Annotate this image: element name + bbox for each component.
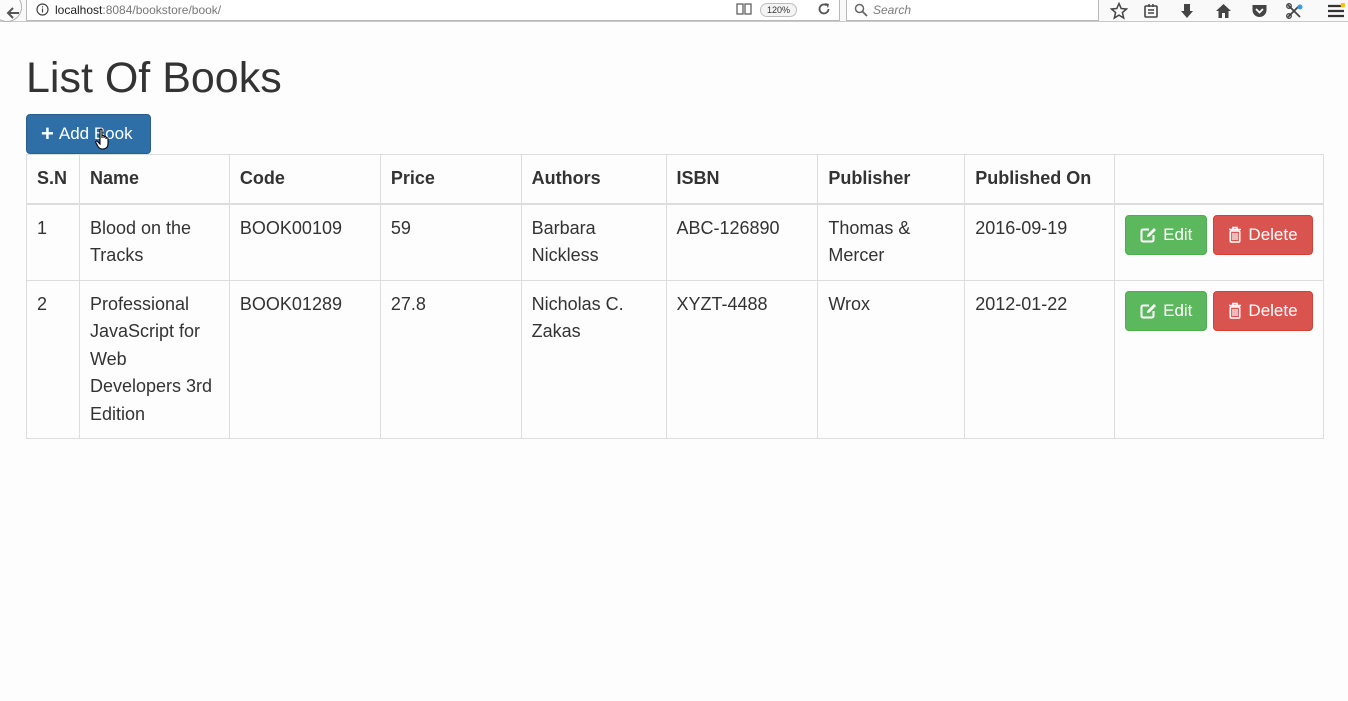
- cell-authors: Barbara Nickless: [520, 203, 667, 281]
- download-icon[interactable]: [1178, 2, 1196, 20]
- url-path: :8084/bookstore/book/: [102, 3, 222, 17]
- table-row: 2 Professional JavaScript for Web Develo…: [26, 279, 1324, 439]
- delete-button[interactable]: Delete: [1213, 214, 1313, 255]
- edit-icon: [1140, 227, 1157, 243]
- delete-label: Delete: [1248, 300, 1298, 320]
- header-name: Name: [78, 154, 230, 205]
- cell-code: BOOK00109: [228, 203, 381, 281]
- delete-label: Delete: [1248, 224, 1298, 244]
- header-price: Price: [379, 154, 522, 205]
- extension-icon[interactable]: [1285, 2, 1303, 20]
- edit-label: Edit: [1163, 300, 1193, 320]
- reader-icon[interactable]: [736, 2, 752, 16]
- page-title: List Of Books: [26, 54, 282, 102]
- reload-icon[interactable]: [817, 2, 831, 16]
- cell-authors: Nicholas C. Zakas: [520, 279, 667, 439]
- edit-button[interactable]: Edit: [1125, 290, 1208, 331]
- header-publisher: Publisher: [817, 154, 966, 205]
- cell-publisher: Wrox: [817, 279, 966, 439]
- cell-code: BOOK01289: [228, 279, 381, 439]
- cell-price: 59: [379, 203, 522, 281]
- header-code: Code: [228, 154, 381, 205]
- header-authors: Authors: [520, 154, 667, 205]
- edit-label: Edit: [1163, 224, 1193, 244]
- delete-button[interactable]: Delete: [1213, 290, 1313, 331]
- url-bar[interactable]: localhost:8084/bookstore/book/ 120%: [26, 0, 840, 21]
- home-icon[interactable]: [1214, 2, 1232, 20]
- back-arrow-icon: [6, 7, 19, 19]
- table-header-row: S.N Name Code Price Authors ISBN Publish…: [26, 154, 1324, 205]
- cell-actions: Edit Delete: [1114, 203, 1324, 281]
- trash-icon: [1228, 302, 1242, 319]
- plus-icon: +: [41, 121, 54, 146]
- search-icon: [854, 3, 868, 17]
- header-published-on: Published On: [964, 154, 1116, 205]
- add-book-button[interactable]: + Add Book: [26, 114, 151, 154]
- cell-actions: Edit Delete: [1114, 279, 1324, 439]
- cell-published-on: 2016-09-19: [964, 203, 1116, 281]
- books-table: S.N Name Code Price Authors ISBN Publish…: [26, 154, 1324, 439]
- search-bar[interactable]: Search: [846, 0, 1099, 21]
- cell-isbn: XYZT-4488: [665, 279, 819, 439]
- url-host: localhost: [55, 3, 103, 17]
- header-actions: [1114, 154, 1324, 205]
- header-isbn: ISBN: [665, 154, 819, 205]
- search-input[interactable]: Search: [873, 0, 911, 20]
- url-text[interactable]: localhost:8084/bookstore/book/: [55, 0, 221, 20]
- browser-toolbar: localhost:8084/bookstore/book/ 120% Sear…: [0, 0, 1348, 22]
- hand-cursor-icon: [95, 128, 109, 150]
- menu-icon[interactable]: [1327, 2, 1345, 20]
- bookmarks-list-icon[interactable]: [1142, 2, 1160, 20]
- table-row: 1 Blood on the Tracks BOOK00109 59 Barba…: [26, 203, 1324, 281]
- cell-isbn: ABC-126890: [665, 203, 819, 281]
- cell-name: Professional JavaScript for Web Develope…: [78, 279, 230, 439]
- edit-button[interactable]: Edit: [1125, 214, 1208, 255]
- cell-sn: 2: [26, 279, 80, 439]
- trash-icon: [1228, 226, 1242, 243]
- pocket-icon[interactable]: [1250, 2, 1268, 20]
- info-icon[interactable]: [36, 3, 49, 16]
- bookmark-star-icon[interactable]: [1110, 2, 1128, 20]
- cell-name: Blood on the Tracks: [78, 203, 230, 281]
- cell-publisher: Thomas & Mercer: [817, 203, 966, 281]
- edit-icon: [1140, 303, 1157, 319]
- cell-published-on: 2012-01-22: [964, 279, 1116, 439]
- cell-price: 27.8: [379, 279, 522, 439]
- header-sn: S.N: [26, 154, 80, 205]
- cell-sn: 1: [26, 203, 80, 281]
- zoom-level-badge[interactable]: 120%: [760, 3, 798, 17]
- back-button[interactable]: [0, 0, 22, 22]
